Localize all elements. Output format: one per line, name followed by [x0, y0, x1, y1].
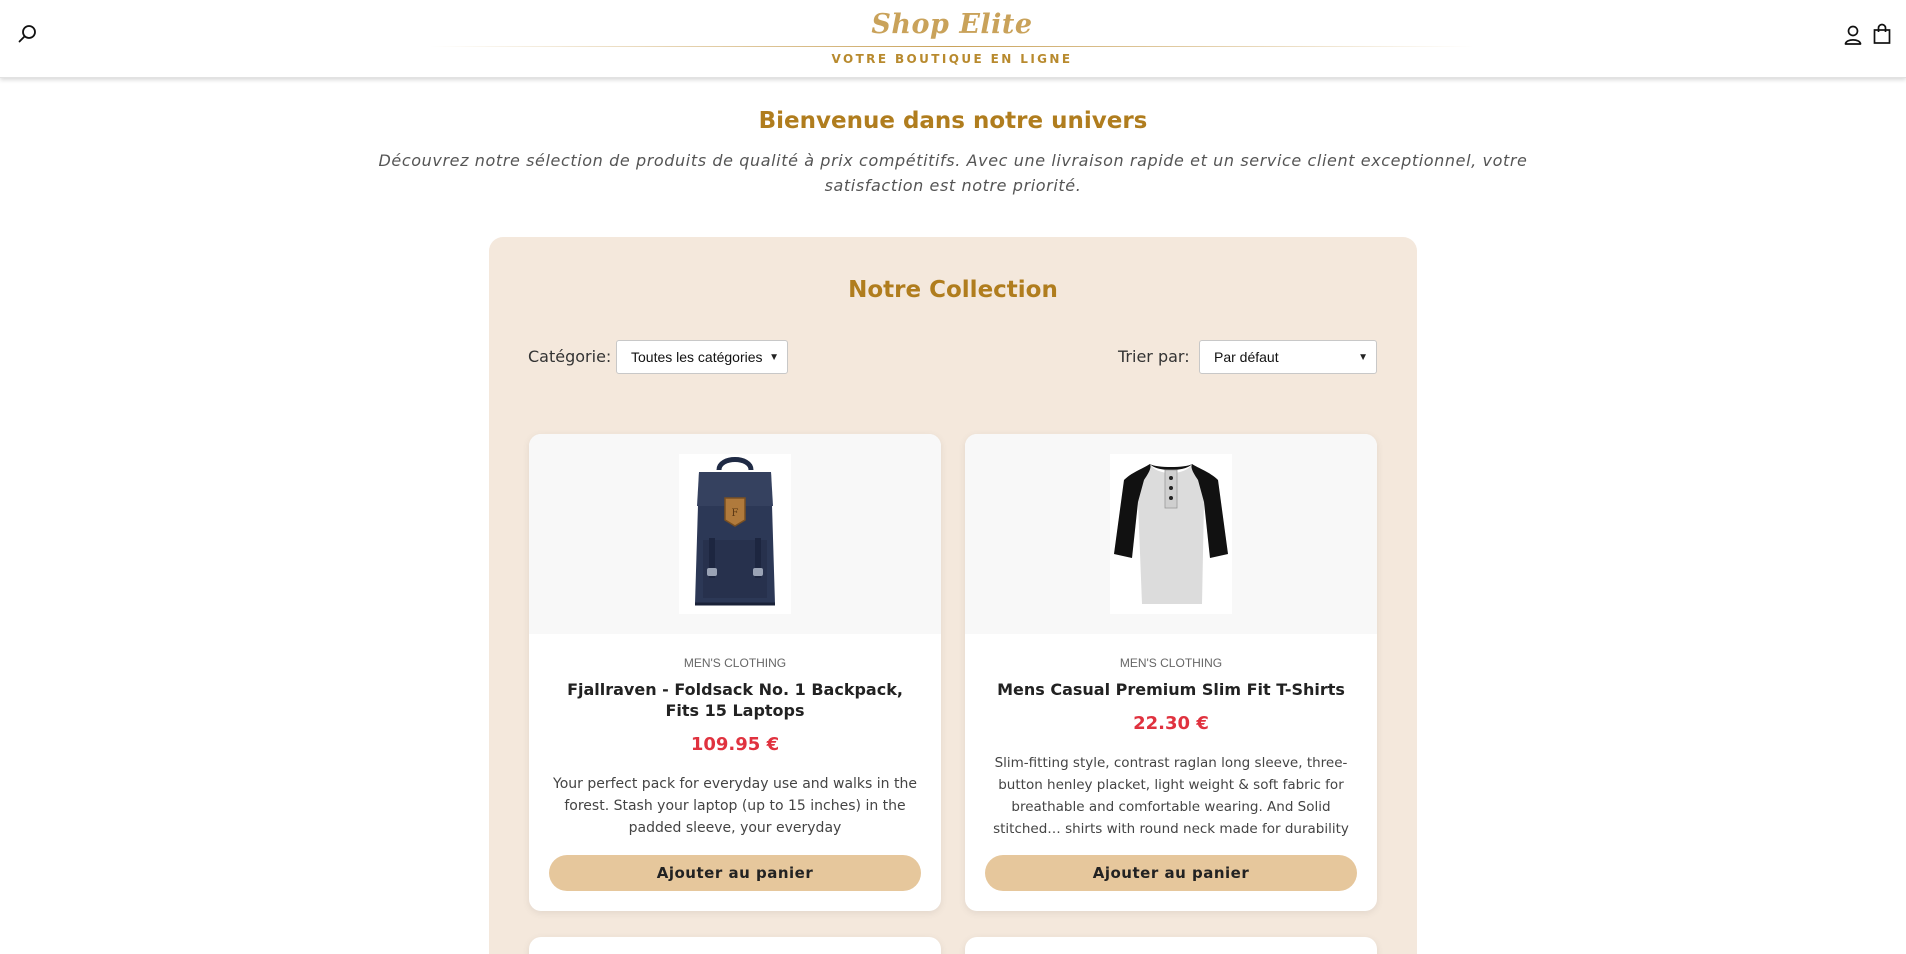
tshirt-image [1110, 454, 1232, 614]
brand-divider [430, 46, 1474, 47]
product-card[interactable] [965, 937, 1377, 954]
user-icon[interactable] [1843, 24, 1863, 46]
category-select[interactable]: Toutes les catégories ▼ [616, 340, 788, 374]
brand-tagline: VOTRE BOUTIQUE EN LIGNE [831, 52, 1073, 66]
svg-text:F: F [732, 508, 739, 519]
product-category: MEN'S CLOTHING [1119, 656, 1223, 670]
chevron-down-icon: ▼ [1358, 351, 1368, 363]
collection-title: Notre Collection [848, 277, 1058, 303]
collection-panel: Notre Collection Catégorie: Toutes les c… [489, 237, 1417, 954]
welcome-section: Bienvenue dans notre univers Découvrez n… [360, 106, 1546, 198]
product-card[interactable]: F MEN'S CLOTHING Fjallraven - Foldsack N… [529, 434, 941, 911]
welcome-text-line1: Découvrez notre sélection de produits de… [378, 151, 1528, 170]
sort-select-value: Par défaut [1214, 349, 1279, 365]
add-to-cart-button[interactable]: Ajouter au panier [549, 855, 921, 891]
brand-logo[interactable]: Shop Elite VOTRE BOUTIQUE EN LIGNE [430, 6, 1474, 66]
category-label: Catégorie: [528, 347, 612, 366]
shopping-bag-icon[interactable] [1872, 23, 1892, 45]
search-icon[interactable] [16, 22, 40, 46]
product-title[interactable]: Fjallraven - Foldsack No. 1 Backpack, Fi… [549, 679, 921, 721]
product-title[interactable]: Mens Casual Premium Slim Fit T-Shirts [985, 679, 1357, 700]
brand-name: Shop Elite [871, 9, 1033, 40]
site-header: Shop Elite VOTRE BOUTIQUE EN LIGNE [0, 0, 1906, 78]
welcome-text-line2: satisfaction est notre priorité. [824, 176, 1082, 195]
sort-select[interactable]: Par défaut ▼ [1199, 340, 1377, 374]
chevron-down-icon: ▼ [769, 351, 779, 363]
product-price: 109.95 € [690, 734, 780, 755]
category-select-value: Toutes les catégories [631, 349, 763, 365]
product-price: 22.30 € [1133, 713, 1209, 734]
welcome-title: Bienvenue dans notre univers [758, 108, 1148, 134]
add-to-cart-button[interactable]: Ajouter au panier [985, 855, 1357, 891]
product-category: MEN'S CLOTHING [683, 656, 787, 670]
welcome-text: Découvrez notre sélection de produits de… [360, 148, 1546, 198]
backpack-image: F [679, 454, 791, 614]
product-card[interactable] [529, 937, 941, 954]
product-image-area [965, 434, 1377, 634]
product-card[interactable]: MEN'S CLOTHING Mens Casual Premium Slim … [965, 434, 1377, 911]
product-image-area: F [529, 434, 941, 634]
product-description: Your perfect pack for everyday use and w… [553, 776, 917, 836]
product-description: Slim-fitting style, contrast raglan long… [993, 755, 1349, 837]
sort-label: Trier par: [1118, 347, 1190, 366]
